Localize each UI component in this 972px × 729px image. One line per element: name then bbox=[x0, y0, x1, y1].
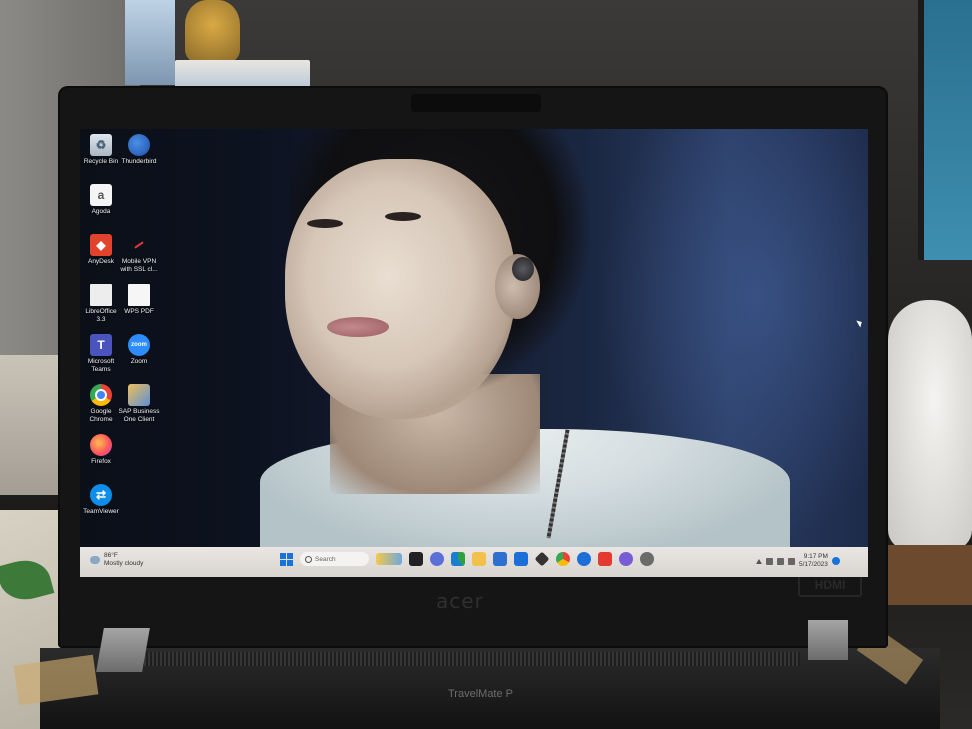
edge-icon[interactable] bbox=[451, 552, 465, 566]
desktop-icon-label: LibreOffice 3.3 bbox=[85, 308, 117, 323]
wallpaper-eye-right bbox=[385, 212, 421, 221]
volume-icon[interactable] bbox=[777, 557, 784, 565]
wps-icon[interactable] bbox=[598, 552, 612, 566]
clock[interactable]: 9:17 PM 5/17/2023 bbox=[799, 553, 828, 569]
desktop-icon-zoom[interactable]: zoom Zoom bbox=[118, 334, 160, 366]
firefox-icon bbox=[90, 434, 112, 456]
search-icon bbox=[305, 555, 312, 563]
system-tray: 9:17 PM 5/17/2023 bbox=[756, 553, 840, 569]
battery-icon[interactable] bbox=[788, 557, 795, 565]
desktop-icon-label: Firefox bbox=[91, 458, 111, 465]
teams-icon: T bbox=[90, 334, 112, 356]
zoom-taskbar-icon[interactable] bbox=[577, 552, 591, 566]
desktop-icon-label: Recycle Bin bbox=[83, 158, 119, 165]
desktop-icon-firefox[interactable]: Firefox bbox=[80, 434, 122, 466]
desktop-icon-agoda[interactable]: a Agoda bbox=[80, 184, 122, 216]
dropbox-icon[interactable] bbox=[534, 551, 550, 567]
desktop-icon-wps-pdf[interactable]: WPS PDF bbox=[118, 284, 160, 316]
chat-icon[interactable] bbox=[430, 552, 444, 566]
background-humidifier bbox=[888, 300, 972, 550]
desktop-icon-label: Thunderbird bbox=[121, 158, 157, 165]
pdf-icon bbox=[128, 284, 150, 306]
speaker-grille bbox=[140, 652, 800, 666]
document-icon bbox=[90, 284, 112, 306]
desktop-icon-label: Zoom bbox=[130, 358, 148, 365]
wallpaper-face bbox=[285, 159, 515, 419]
chevron-up-icon[interactable] bbox=[756, 558, 762, 564]
search-input[interactable]: Search bbox=[300, 552, 369, 566]
desktop-icon-sap[interactable]: SAP Business One Client bbox=[118, 384, 160, 423]
mail-icon[interactable] bbox=[514, 552, 528, 566]
widgets-icon[interactable] bbox=[376, 553, 402, 565]
desktop-icon-teams[interactable]: T Microsoft Teams bbox=[80, 334, 122, 373]
zoom-icon: zoom bbox=[128, 334, 150, 356]
weather-temp: 86°F bbox=[104, 552, 118, 559]
webcam bbox=[411, 94, 541, 112]
file-explorer-icon[interactable] bbox=[472, 552, 486, 566]
desktop-icon-mobile-vpn[interactable]: Mobile VPN with SSL cl... bbox=[118, 234, 160, 273]
start-button[interactable] bbox=[280, 552, 293, 566]
clock-time: 9:17 PM bbox=[803, 553, 828, 560]
desktop-icon-label: AnyDesk bbox=[87, 258, 114, 265]
desktop-icon-chrome[interactable]: Google Chrome bbox=[80, 384, 122, 423]
hinge-right bbox=[808, 620, 848, 660]
background-desk bbox=[888, 545, 972, 605]
notification-icon[interactable] bbox=[831, 557, 840, 565]
vpn-icon bbox=[128, 234, 150, 256]
weather-text: 86°F Mostly cloudy bbox=[104, 552, 143, 568]
wallpaper-lips bbox=[327, 317, 389, 337]
desktop-icon-libreoffice[interactable]: LibreOffice 3.3 bbox=[80, 284, 122, 323]
desktop-icon-label: WPS PDF bbox=[124, 308, 154, 315]
teamviewer-icon: ⇄ bbox=[90, 484, 112, 506]
agoda-icon: a bbox=[90, 184, 112, 206]
desktop-icon-label: Agoda bbox=[91, 208, 111, 215]
laptop-screen: ♻ Recycle Bin Thunderbird a Agoda ◆ AnyD… bbox=[80, 129, 868, 577]
clock-date: 5/17/2023 bbox=[799, 561, 828, 568]
wallpaper-earpiece bbox=[512, 257, 534, 281]
task-view-icon[interactable] bbox=[409, 552, 423, 566]
viber-icon[interactable] bbox=[619, 552, 633, 566]
brand-logo: acer bbox=[436, 589, 484, 613]
anydesk-icon: ◆ bbox=[90, 234, 112, 256]
background-monitor bbox=[918, 0, 972, 260]
desktop-icon-recycle-bin[interactable]: ♻ Recycle Bin bbox=[80, 134, 122, 166]
desktop-icon-label: Microsoft Teams bbox=[87, 358, 115, 373]
taskbar: 86°F Mostly cloudy Search 9:17 PM 5/17/2… bbox=[80, 547, 868, 577]
windows-logo-icon bbox=[280, 552, 286, 559]
background-toy bbox=[185, 0, 240, 62]
weather-widget[interactable]: 86°F Mostly cloudy bbox=[90, 552, 143, 568]
weather-desc: Mostly cloudy bbox=[104, 560, 144, 567]
thunderbird-icon bbox=[128, 134, 150, 156]
desktop-icon-label: Google Chrome bbox=[89, 408, 113, 423]
wallpaper-eye-left bbox=[307, 219, 343, 228]
desktop-icon-label: SAP Business One Client bbox=[118, 408, 160, 423]
wifi-icon[interactable] bbox=[766, 557, 773, 565]
taskbar-apps: Search bbox=[280, 551, 654, 567]
search-placeholder: Search bbox=[315, 555, 336, 563]
desktop-icon-label: Mobile VPN with SSL cl... bbox=[120, 258, 158, 273]
desktop-icon-teamviewer[interactable]: ⇄ TeamViewer bbox=[80, 484, 122, 516]
desktop-icon-label: TeamViewer bbox=[83, 508, 119, 515]
sap-icon bbox=[128, 384, 150, 406]
settings-gear-icon[interactable] bbox=[640, 552, 654, 566]
recycle-bin-icon: ♻ bbox=[90, 134, 112, 156]
model-label: TravelMate P bbox=[448, 688, 514, 700]
desktop-icon-thunderbird[interactable]: Thunderbird bbox=[118, 134, 160, 166]
chrome-icon bbox=[90, 384, 112, 406]
cloud-icon bbox=[90, 556, 100, 564]
hinge-left bbox=[96, 628, 150, 672]
desktop-icon-anydesk[interactable]: ◆ AnyDesk bbox=[80, 234, 122, 266]
store-icon[interactable] bbox=[493, 552, 507, 566]
chrome-taskbar-icon[interactable] bbox=[556, 552, 570, 566]
background-poster bbox=[125, 0, 175, 85]
desktop-wallpaper[interactable]: ♻ Recycle Bin Thunderbird a Agoda ◆ AnyD… bbox=[80, 129, 868, 547]
